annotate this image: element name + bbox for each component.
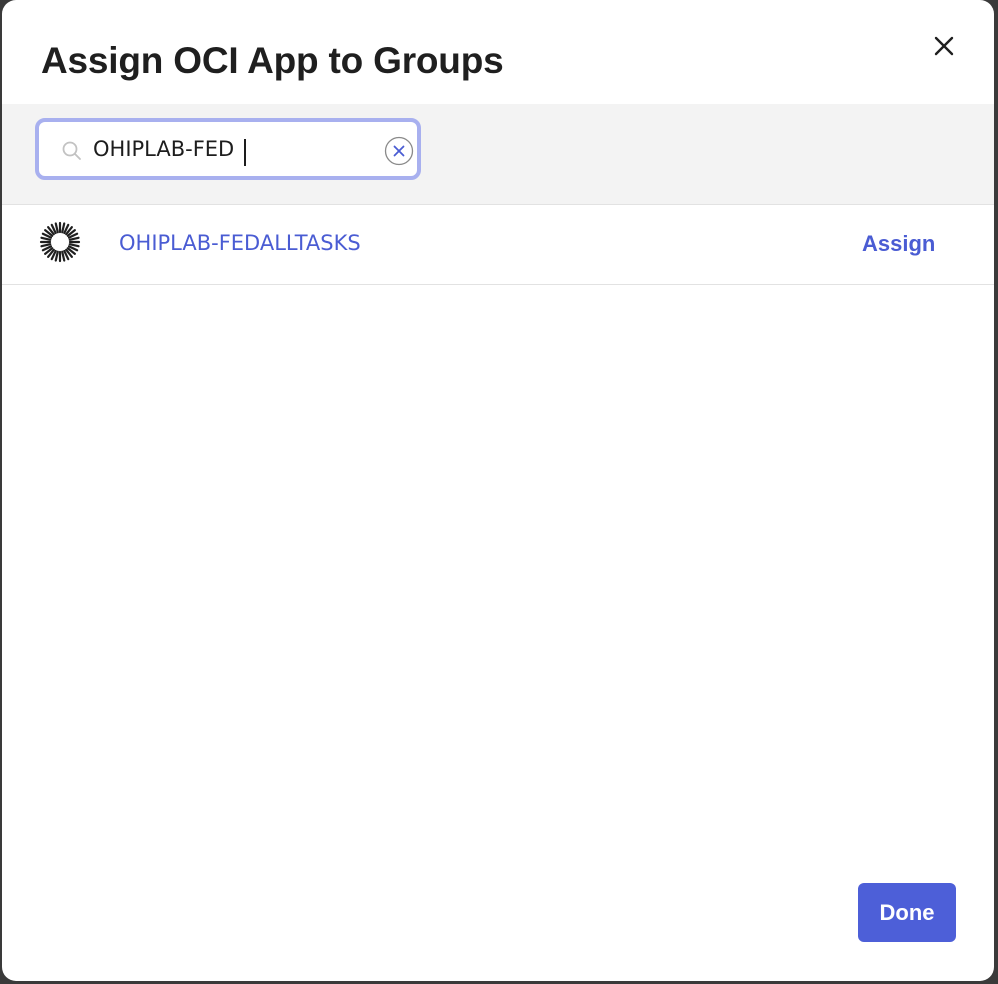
search-icon <box>61 140 83 162</box>
assign-groups-dialog: Assign OCI App to Groups OHIPLAB-FED OHI… <box>2 0 994 981</box>
clear-search-icon[interactable] <box>384 136 414 166</box>
group-result-row: OHIPLAB-FEDALLTASKS Assign <box>2 205 994 285</box>
search-input[interactable] <box>93 132 373 166</box>
group-name[interactable]: OHIPLAB-FEDALLTASKS <box>119 231 361 255</box>
close-icon[interactable] <box>928 30 960 62</box>
search-field[interactable] <box>35 118 421 180</box>
assign-button[interactable]: Assign <box>862 231 935 257</box>
group-sunburst-icon <box>39 221 81 263</box>
dialog-title: Assign OCI App to Groups <box>41 40 504 81</box>
search-bar-area <box>2 104 994 205</box>
done-button[interactable]: Done <box>858 883 956 942</box>
text-cursor <box>244 139 246 166</box>
